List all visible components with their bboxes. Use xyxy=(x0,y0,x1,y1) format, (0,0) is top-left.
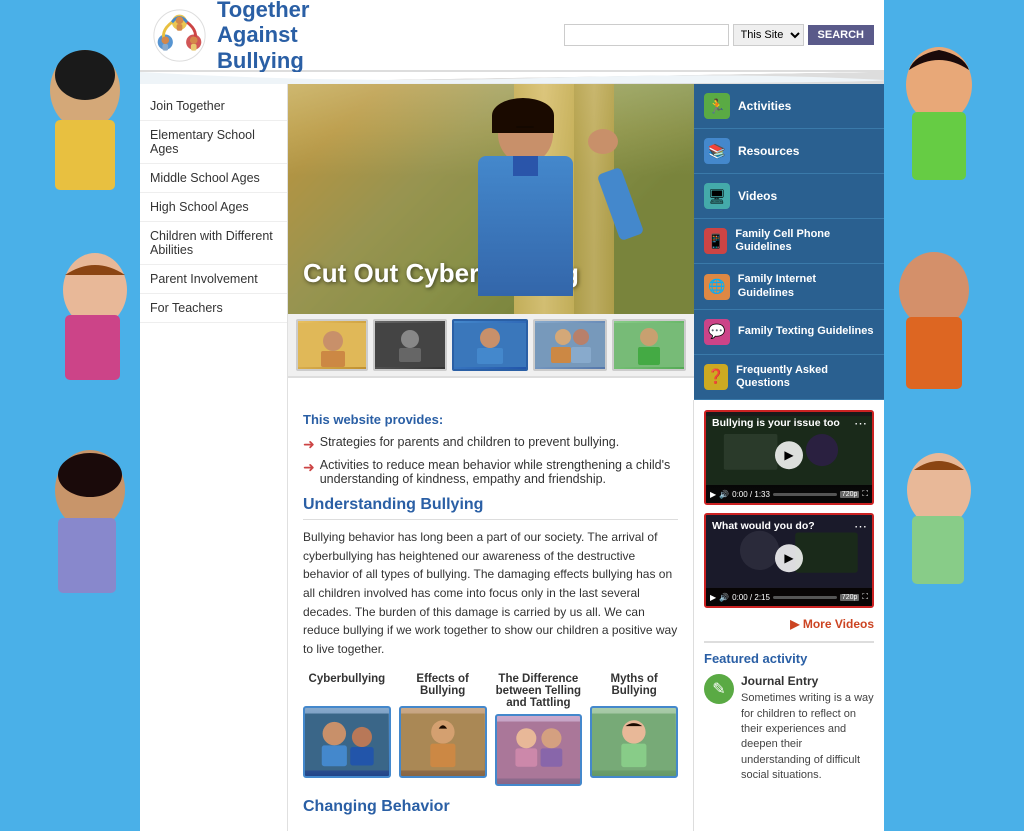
bullet-text-2: Activities to reduce mean behavior while… xyxy=(320,458,678,486)
internet-label: Family Internet Guidelines xyxy=(738,273,874,299)
video-widget-2[interactable]: What would you do? ⋯ ▶ ▶ 🔊 0:00 / 2:15 7… xyxy=(704,513,874,608)
hero-banner: Cut Out Cyberbullying xyxy=(288,84,694,314)
logo-icon xyxy=(152,8,207,63)
sidebar-item-faq[interactable]: ❓ Frequently Asked Questions xyxy=(694,355,884,400)
understanding-title: Understanding Bullying xyxy=(303,496,678,520)
left-decoration xyxy=(0,0,140,639)
bullet-arrow-2: ➜ xyxy=(303,459,315,476)
thumbnail-strip xyxy=(288,314,694,378)
left-navigation: Join Together Elementary School Ages Mid… xyxy=(140,84,288,831)
featured-item-title: Journal Entry xyxy=(741,674,874,688)
nav-children-different[interactable]: Children with Different Abilities xyxy=(140,222,287,265)
more-videos-link[interactable]: ▶ More Videos xyxy=(704,616,874,631)
thumb-1[interactable] xyxy=(296,319,368,371)
video-1-time: 0:00 / 1:33 xyxy=(732,490,770,499)
video-1-share-icon[interactable]: ⋯ xyxy=(854,416,867,432)
video-2-time: 0:00 / 2:15 xyxy=(732,593,770,602)
card-telling[interactable]: The Difference between Telling and Tattl… xyxy=(495,673,583,786)
changing-behavior-title: Changing Behavior xyxy=(303,798,678,816)
video-1-speaker-icon[interactable]: 🔊 xyxy=(719,490,729,499)
bullet-arrow-1: ➜ xyxy=(303,436,315,453)
bullet-text-1: Strategies for parents and children to p… xyxy=(320,435,619,449)
nav-elementary[interactable]: Elementary School Ages xyxy=(140,121,287,164)
activities-label: Activities xyxy=(738,99,791,113)
featured-item-text: Sometimes writing is a way for children … xyxy=(741,691,874,783)
sidebar-item-texting[interactable]: 💬 Family Texting Guidelines xyxy=(694,310,884,355)
video-2-quality-badge: 720p xyxy=(840,594,860,601)
sidebar-item-resources[interactable]: 📚 Resources xyxy=(694,129,884,174)
cell-phone-label: Family Cell Phone Guidelines xyxy=(735,228,874,254)
thumb-2[interactable] xyxy=(373,319,447,371)
nav-join-together[interactable]: Join Together xyxy=(140,92,287,121)
featured-activity-icon: ✎ xyxy=(704,674,734,704)
card-effects-title: Effects of Bullying xyxy=(399,673,487,701)
featured-activity-item[interactable]: ✎ Journal Entry Sometimes writing is a w… xyxy=(704,674,874,783)
texting-label: Family Texting Guidelines xyxy=(738,325,874,338)
video-1-quality-badge: 720p xyxy=(840,491,860,498)
thumb-4[interactable] xyxy=(533,319,607,371)
nav-high-school[interactable]: High School Ages xyxy=(140,193,287,222)
right-sidebar-nav: 🏃 Activities 📚 Resources 🖥 Videos 📱 Fami… xyxy=(694,84,884,400)
nav-parent[interactable]: Parent Involvement xyxy=(140,265,287,294)
thumb-3[interactable] xyxy=(452,319,528,371)
video-2-play-ctrl[interactable]: ▶ xyxy=(710,593,716,602)
thumb-5[interactable] xyxy=(612,319,686,371)
featured-activity-section: Featured activity ✎ Journal Entry Someti… xyxy=(704,641,874,783)
video-2-share-icon[interactable]: ⋯ xyxy=(854,519,867,535)
card-myths-image xyxy=(590,706,678,778)
search-input[interactable] xyxy=(564,24,729,46)
site-header: Together Against Bullying This Site Web … xyxy=(140,0,884,72)
right-decoration xyxy=(884,0,1024,639)
card-cyberbullying[interactable]: Cyberbullying xyxy=(303,673,391,786)
video-2-title: What would you do? xyxy=(712,520,850,532)
bullet-1: ➜ Strategies for parents and children to… xyxy=(303,435,678,453)
card-effects-image xyxy=(399,706,487,778)
faq-label: Frequently Asked Questions xyxy=(736,364,874,390)
sidebar-item-internet[interactable]: 🌐 Family Internet Guidelines xyxy=(694,264,884,309)
video-2-fullscreen-icon[interactable]: ⛶ xyxy=(862,592,868,602)
search-scope-select[interactable]: This Site Web xyxy=(733,24,804,46)
card-effects[interactable]: Effects of Bullying xyxy=(399,673,487,786)
sidebar-item-cell-phone[interactable]: 📱 Family Cell Phone Guidelines xyxy=(694,219,884,264)
sidebar-item-activities[interactable]: 🏃 Activities xyxy=(694,84,884,129)
provides-title: This website provides: xyxy=(303,412,678,427)
video-2-progress-bar[interactable] xyxy=(773,596,837,599)
video-2-play-button[interactable]: ▶ xyxy=(775,544,803,572)
sidebar-item-videos[interactable]: 🖥 Videos xyxy=(694,174,884,219)
video-1-play-ctrl[interactable]: ▶ xyxy=(710,490,716,499)
card-telling-title: The Difference between Telling and Tattl… xyxy=(495,673,583,709)
video-1-fullscreen-icon[interactable]: ⛶ xyxy=(862,489,868,499)
card-myths[interactable]: Myths of Bullying xyxy=(590,673,678,786)
search-area: This Site Web SEARCH xyxy=(564,24,874,46)
videos-icon: 🖥 xyxy=(704,183,730,209)
video-1-progress-bar[interactable] xyxy=(773,493,837,496)
resources-icon: 📚 xyxy=(704,138,730,164)
nav-teachers[interactable]: For Teachers xyxy=(140,294,287,323)
internet-icon: 🌐 xyxy=(704,274,730,300)
card-cyberbullying-image xyxy=(303,706,391,778)
activities-icon: 🏃 xyxy=(704,93,730,119)
search-button[interactable]: SEARCH xyxy=(808,25,874,45)
texting-icon: 💬 xyxy=(704,319,730,345)
faq-icon: ❓ xyxy=(704,364,728,390)
video-1-title: Bullying is your issue too xyxy=(712,417,850,429)
cell-phone-icon: 📱 xyxy=(704,228,727,254)
video-2-speaker-icon[interactable]: 🔊 xyxy=(719,593,729,602)
video-1-play-button[interactable]: ▶ xyxy=(775,441,803,469)
right-sidebar-content: Bullying is your issue too ⋯ ▶ ▶ 🔊 0:00 … xyxy=(694,400,884,831)
card-telling-image xyxy=(495,714,583,786)
bullet-2: ➜ Activities to reduce mean behavior whi… xyxy=(303,458,678,486)
nav-middle-school[interactable]: Middle School Ages xyxy=(140,164,287,193)
resources-label: Resources xyxy=(738,144,799,158)
more-videos-anchor[interactable]: ▶ More Videos xyxy=(790,617,874,631)
videos-label: Videos xyxy=(738,189,777,203)
cards-row: Cyberbullying Effects of Bullying xyxy=(303,673,678,786)
card-myths-title: Myths of Bullying xyxy=(590,673,678,701)
card-cyberbullying-title: Cyberbullying xyxy=(303,673,391,701)
main-content: This website provides: ➜ Strategies for … xyxy=(288,400,694,831)
video-widget-1[interactable]: Bullying is your issue too ⋯ ▶ ▶ 🔊 0:00 … xyxy=(704,410,874,505)
logo-text: Together Against Bullying xyxy=(217,0,309,73)
featured-activity-title: Featured activity xyxy=(704,651,874,666)
logo[interactable]: Together Against Bullying xyxy=(152,0,309,73)
